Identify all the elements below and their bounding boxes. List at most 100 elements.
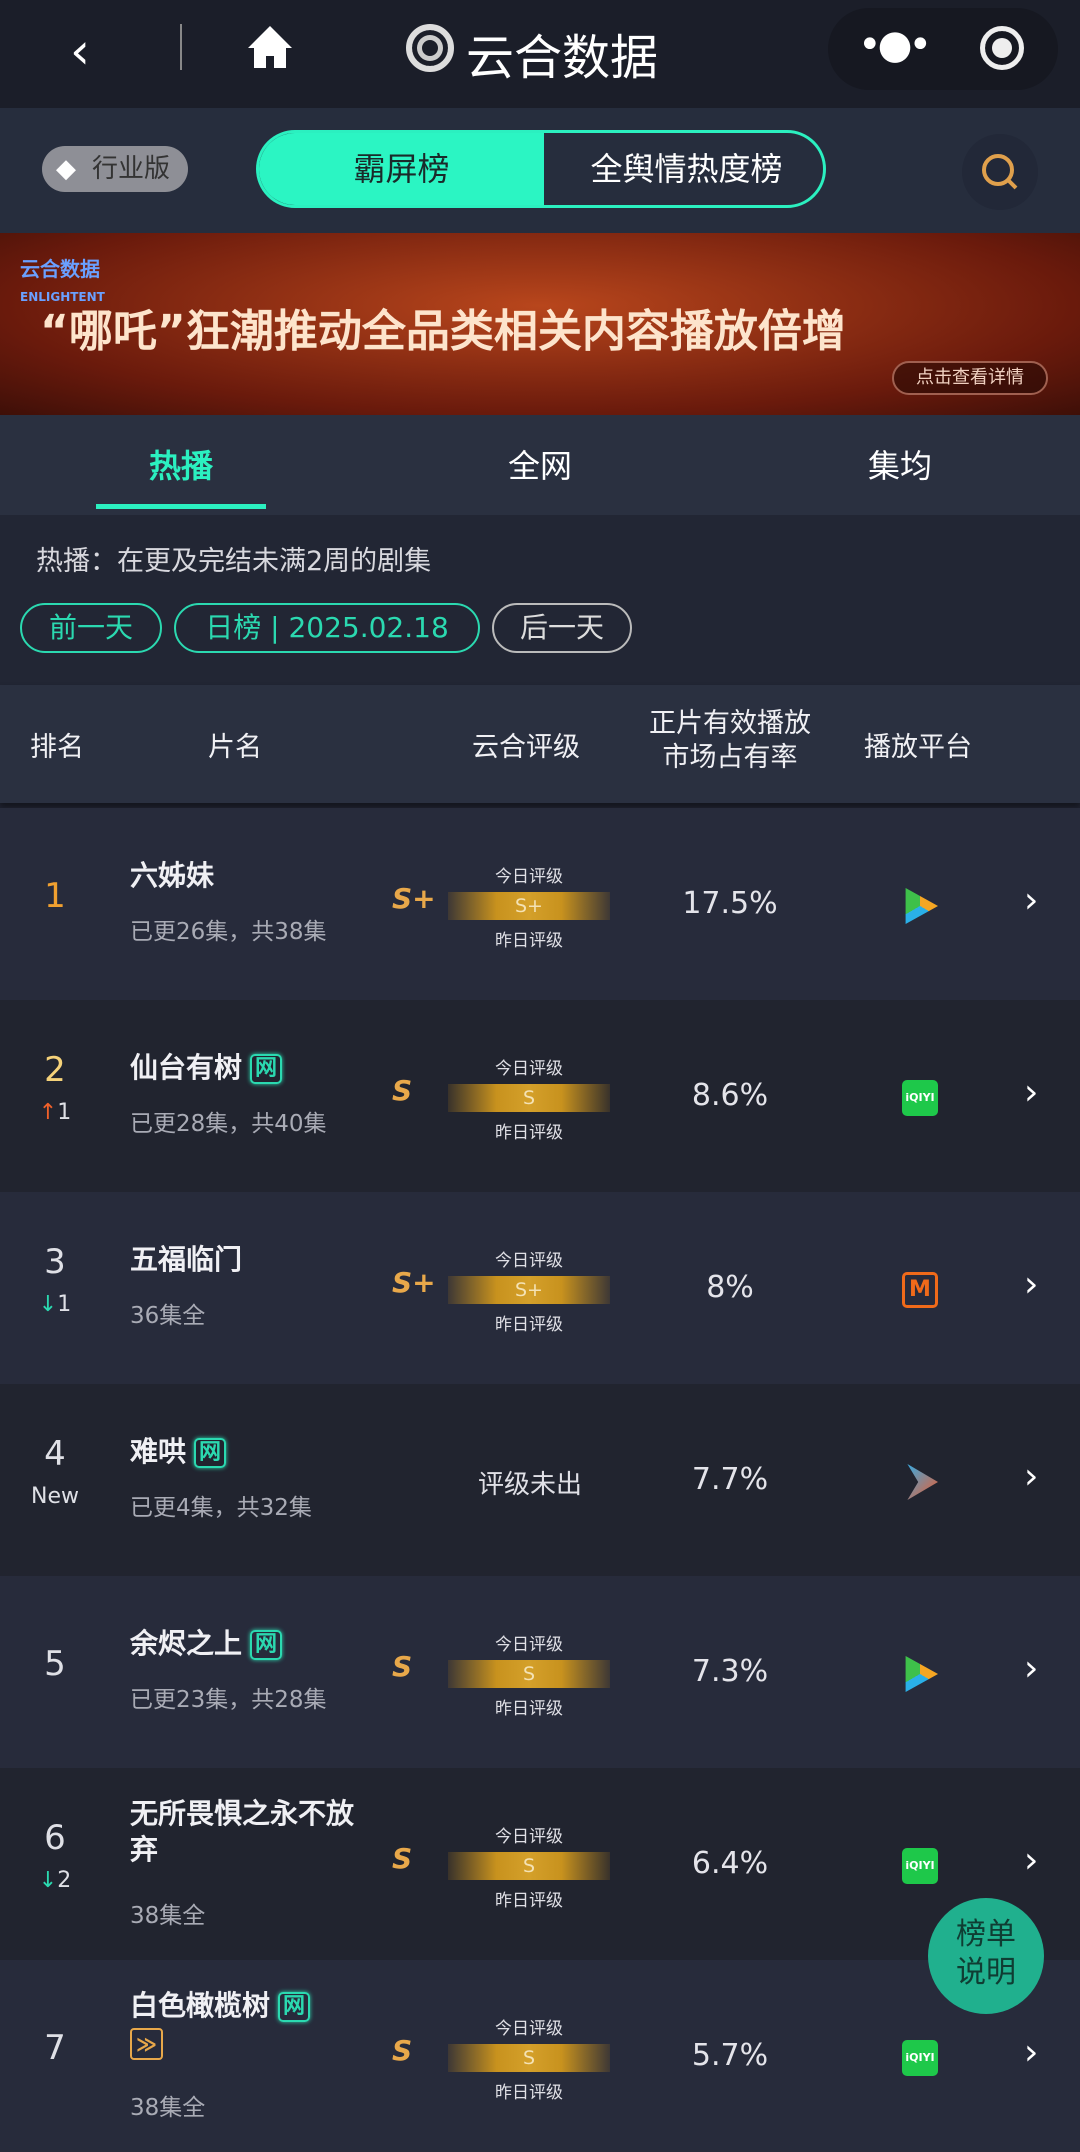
table-row[interactable]: 3 ↓1 五福临门 36集全 S+ 今日评级 S+ 昨日评级 8% M › — [0, 1192, 1080, 1384]
chevron-right-icon[interactable]: › — [1024, 1072, 1038, 1113]
tab-bapingbang[interactable]: 霸屏榜 — [259, 133, 544, 205]
rank-number: 2 — [44, 1050, 66, 1090]
tab-quanwang[interactable]: 全网 — [455, 441, 625, 487]
rank-number: 1 — [44, 876, 66, 916]
market-share: 7.7% — [691, 1462, 769, 1497]
table-row[interactable]: 7 白色橄榄树网 ≫ 38集全 S 今日评级 S 昨日评级 5.7% iQIYI › — [0, 1960, 1080, 2152]
prev-day-button[interactable]: 前一天 — [20, 603, 162, 653]
banner-details-button[interactable]: 点击查看详情 — [892, 361, 1048, 395]
chevron-right-icon[interactable]: › — [1024, 1840, 1038, 1881]
market-share: 5.7% — [691, 2038, 769, 2073]
drama-title[interactable]: 难哄网 — [130, 1434, 370, 1470]
chevron-right-icon[interactable]: › — [1024, 1264, 1038, 1305]
record-icon[interactable] — [980, 26, 1024, 70]
market-share: 8% — [706, 1270, 754, 1305]
table-row[interactable]: 1 六姊妹 已更26集，共38集 S+ 今日评级 S+ 昨日评级 17.5% › — [0, 808, 1080, 1000]
drama-title[interactable]: 六姊妹 — [130, 858, 370, 894]
col-platform: 播放平台 — [864, 732, 972, 763]
arrow-down-icon: ↓ — [38, 1868, 58, 1893]
web-drama-badge: 网 — [194, 1438, 227, 1468]
drama-title[interactable]: 仙台有树网 — [130, 1050, 370, 1086]
drama-title[interactable]: 余烬之上网 — [130, 1626, 370, 1662]
iqiyi-icon: iQIYI — [902, 1080, 938, 1116]
grade-letter: S — [392, 1842, 413, 1875]
date-selector[interactable]: 日榜 | 2025.02.18 — [174, 603, 480, 653]
rank-change: ↑1 — [38, 1100, 72, 1125]
yesterday-grade-label: 昨日评级 — [495, 1891, 563, 1911]
home-icon[interactable] — [246, 24, 294, 70]
search-icon — [982, 154, 1018, 190]
grade-pending: 评级未出 — [477, 1470, 582, 1500]
app-logo-icon — [406, 24, 454, 72]
chevron-right-icon[interactable]: › — [1024, 1648, 1038, 1689]
drama-title[interactable]: 五福临门 — [130, 1242, 370, 1278]
grade-letter: S+ — [392, 882, 436, 915]
grade-bar: S+ — [448, 1276, 610, 1304]
app-title: 云合数据 — [466, 30, 659, 86]
rank-change: New — [31, 1484, 79, 1509]
search-button[interactable] — [962, 134, 1038, 210]
rank-number: 7 — [44, 2028, 66, 2068]
yesterday-grade-label: 昨日评级 — [495, 1123, 563, 1143]
grade-letter: S+ — [392, 1266, 436, 1299]
rank-number: 5 — [44, 1644, 66, 1684]
tencent-video-icon — [905, 888, 938, 924]
info-section: 热播：在更及完结未满2周的剧集 — [0, 515, 1080, 685]
sub-tabs: 热播 全网 集均 — [0, 415, 1080, 515]
chart-explanation-button[interactable]: 榜单 说明 — [928, 1898, 1044, 2014]
col-title: 片名 — [208, 732, 262, 763]
table-header: 排名 片名 云合评级 正片有效播放 市场占有率 播放平台 — [0, 685, 1080, 803]
today-grade-label: 今日评级 — [495, 867, 563, 887]
chart-type-tabs: 霸屏榜 全舆情热度榜 — [256, 130, 826, 208]
tab-quanyuqing[interactable]: 全舆情热度榜 — [544, 133, 823, 205]
tab-jijun[interactable]: 集均 — [815, 441, 985, 487]
diamond-icon: ◆ — [56, 154, 76, 184]
today-grade-label: 今日评级 — [495, 1251, 563, 1271]
web-drama-badge: 网 — [278, 1992, 311, 2022]
rank-number: 4 — [44, 1434, 66, 1474]
divider — [180, 24, 182, 70]
market-share: 17.5% — [682, 886, 778, 921]
rank-change: ↓2 — [38, 1868, 72, 1893]
more-icon[interactable]: •●• — [858, 22, 932, 68]
tab-rebo[interactable]: 热播 — [96, 441, 266, 487]
back-button[interactable]: ‹ — [70, 22, 90, 80]
promo-banner[interactable]: 云合数据 ENLIGHTENT “哪吒”狂潮推动全品类相关内容播放倍增 点击查看详… — [0, 233, 1080, 415]
arrow-down-icon: ↓ — [38, 1292, 58, 1317]
grade-bar: S — [448, 1852, 610, 1880]
mango-tv-icon: M — [902, 1272, 938, 1308]
youku-icon — [907, 1464, 938, 1500]
col-rank: 排名 — [30, 732, 84, 763]
table-row[interactable]: 2 ↑1 仙台有树网已更28集，共40集 S 今日评级 S 昨日评级 8.6% iQIYI › — [0, 1000, 1080, 1192]
web-drama-badge: 网 — [250, 1054, 283, 1084]
table-row[interactable]: 4 New 难哄网已更4集，共32集 评级未出 7.7% › — [0, 1384, 1080, 1576]
rank-change: ↓1 — [38, 1292, 72, 1317]
grade-letter: S — [392, 1650, 413, 1683]
today-grade-label: 今日评级 — [495, 1635, 563, 1655]
grade-bar: S — [448, 1084, 610, 1112]
iqiyi-icon: iQIYI — [902, 1848, 938, 1884]
edition-badge[interactable]: ◆ 行业版 — [42, 146, 188, 192]
episode-info: 已更28集，共40集 — [130, 1111, 327, 1137]
col-share: 正片有效播放 市场占有率 — [649, 708, 811, 773]
grade-bar: S — [448, 2044, 610, 2072]
yesterday-grade-label: 昨日评级 — [495, 1315, 563, 1335]
table-row[interactable]: 5 余烬之上网已更23集，共28集 S 今日评级 S 昨日评级 7.3% › — [0, 1576, 1080, 1768]
chevron-right-icon[interactable]: › — [1024, 1456, 1038, 1497]
drama-title[interactable]: 无所畏惧之永不放弃 — [130, 1796, 370, 1868]
episode-info: 已更4集，共32集 — [130, 1495, 312, 1521]
next-day-button[interactable]: 后一天 — [492, 603, 632, 653]
col-grade: 云合评级 — [472, 732, 580, 763]
chevron-right-icon[interactable]: › — [1024, 880, 1038, 921]
market-share: 6.4% — [691, 1846, 769, 1881]
today-grade-label: 今日评级 — [495, 1059, 563, 1079]
arrow-up-icon: ↑ — [38, 1100, 58, 1125]
chevron-right-icon[interactable]: › — [1024, 2032, 1038, 2073]
table-row[interactable]: 6 ↓2 无所畏惧之永不放弃 38集全 S 今日评级 S 昨日评级 6.4% iQIYI › — [0, 1768, 1080, 1960]
yesterday-grade-label: 昨日评级 — [495, 931, 563, 951]
drama-title[interactable]: 白色橄榄树网 ≫ — [130, 1988, 370, 2060]
episode-info: 已更23集，共28集 — [130, 1687, 327, 1713]
tencent-video-icon — [905, 1656, 938, 1692]
fast-forward-badge-icon: ≫ — [130, 2028, 163, 2060]
top-bar: ◆ 行业版 霸屏榜 全舆情热度榜 — [0, 108, 1080, 233]
